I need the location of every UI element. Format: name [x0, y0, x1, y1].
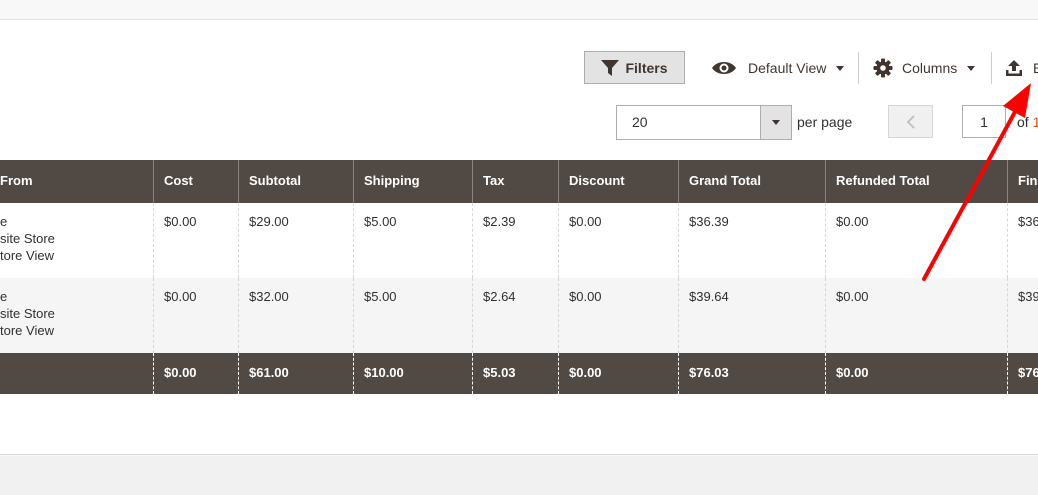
cell-text: site Store	[0, 306, 55, 321]
gear-icon	[873, 58, 893, 78]
total-shipping: $10.00	[353, 353, 472, 394]
toolbar-divider	[858, 52, 859, 84]
cell-tax: $2.39	[472, 203, 558, 278]
cell-subtotal: $29.00	[238, 203, 353, 278]
cell-cost: $0.00	[153, 203, 238, 278]
column-header-purchased-from[interactable]: From	[0, 160, 153, 203]
cell-final: $39	[1007, 278, 1038, 353]
cell-purchased-from: e site Store tore View	[0, 278, 153, 353]
cell-text: e	[0, 214, 8, 229]
chevron-down-icon	[967, 65, 976, 71]
per-page-label: per page	[797, 114, 853, 130]
cell-shipping: $5.00	[353, 203, 472, 278]
column-header-subtotal[interactable]: Subtotal	[238, 160, 353, 203]
total-cost: $0.00	[153, 353, 238, 394]
column-header-refunded-total[interactable]: Refunded Total	[825, 160, 1007, 203]
funnel-icon	[601, 59, 620, 76]
total-refunded-total: $0.00	[825, 353, 1007, 394]
previous-page-button[interactable]	[888, 105, 933, 138]
column-header-tax[interactable]: Tax	[472, 160, 558, 203]
cell-shipping: $5.00	[353, 278, 472, 353]
per-page-toggle-button[interactable]	[760, 106, 791, 139]
per-page-select[interactable]: 20	[616, 105, 792, 140]
default-view-dropdown[interactable]: Default View	[711, 57, 845, 79]
cell-text: e	[0, 289, 8, 304]
current-page-input[interactable]	[962, 105, 1006, 138]
grid-panel: Filters Default View Columns 20 per page…	[0, 20, 1038, 455]
cell-final: $36	[1007, 203, 1038, 278]
chevron-down-icon	[772, 120, 780, 125]
total-pages: 1	[1033, 114, 1038, 130]
eye-icon	[712, 62, 736, 74]
export-dropdown[interactable]: E	[1005, 57, 1038, 79]
cell-text: tore View	[0, 248, 54, 263]
total-discount: $0.00	[558, 353, 678, 394]
cell-totals-label	[0, 353, 153, 394]
total-final: $76	[1007, 353, 1038, 394]
per-page-value: 20	[632, 114, 648, 130]
column-header-final[interactable]: Fina	[1007, 160, 1038, 203]
cell-tax: $2.64	[472, 278, 558, 353]
total-tax: $5.03	[472, 353, 558, 394]
page-count: of 1	[1017, 114, 1038, 130]
chevron-down-icon	[836, 65, 845, 71]
export-label: E	[1033, 60, 1038, 76]
cell-grand-total: $36.39	[678, 203, 825, 278]
columns-dropdown[interactable]: Columns	[873, 57, 976, 79]
page-top-strip	[0, 0, 1038, 20]
page-footer-strip	[0, 456, 1038, 495]
cell-grand-total: $39.64	[678, 278, 825, 353]
page-of-label: of	[1017, 114, 1033, 130]
grid-totals-row: $0.00 $61.00 $10.00 $5.03 $0.00 $76.03 $…	[0, 353, 1038, 394]
filters-button[interactable]: Filters	[584, 51, 685, 84]
default-view-label: Default View	[748, 60, 827, 76]
cell-discount: $0.00	[558, 278, 678, 353]
cell-cost: $0.00	[153, 278, 238, 353]
cell-subtotal: $32.00	[238, 278, 353, 353]
table-row: e site Store tore View $0.00 $29.00 $5.0…	[0, 203, 1038, 278]
cell-text: tore View	[0, 323, 54, 338]
filters-button-label: Filters	[625, 59, 668, 76]
cell-refunded-total: $0.00	[825, 278, 1007, 353]
cell-refunded-total: $0.00	[825, 203, 1007, 278]
grid-header-row: From Cost Subtotal Shipping Tax Discount…	[0, 160, 1038, 203]
table-row: e site Store tore View $0.00 $32.00 $5.0…	[0, 278, 1038, 353]
total-subtotal: $61.00	[238, 353, 353, 394]
column-header-cost[interactable]: Cost	[153, 160, 238, 203]
column-header-discount[interactable]: Discount	[558, 160, 678, 203]
total-grand-total: $76.03	[678, 353, 825, 394]
cell-discount: $0.00	[558, 203, 678, 278]
columns-label: Columns	[902, 60, 958, 76]
upload-icon	[1006, 60, 1022, 76]
orders-report-grid: From Cost Subtotal Shipping Tax Discount…	[0, 160, 1038, 394]
cell-text: site Store	[0, 231, 55, 246]
toolbar-divider	[991, 52, 992, 84]
column-header-grand-total[interactable]: Grand Total	[678, 160, 825, 203]
chevron-left-icon	[906, 114, 915, 129]
cell-purchased-from: e site Store tore View	[0, 203, 153, 278]
column-header-shipping[interactable]: Shipping	[353, 160, 472, 203]
